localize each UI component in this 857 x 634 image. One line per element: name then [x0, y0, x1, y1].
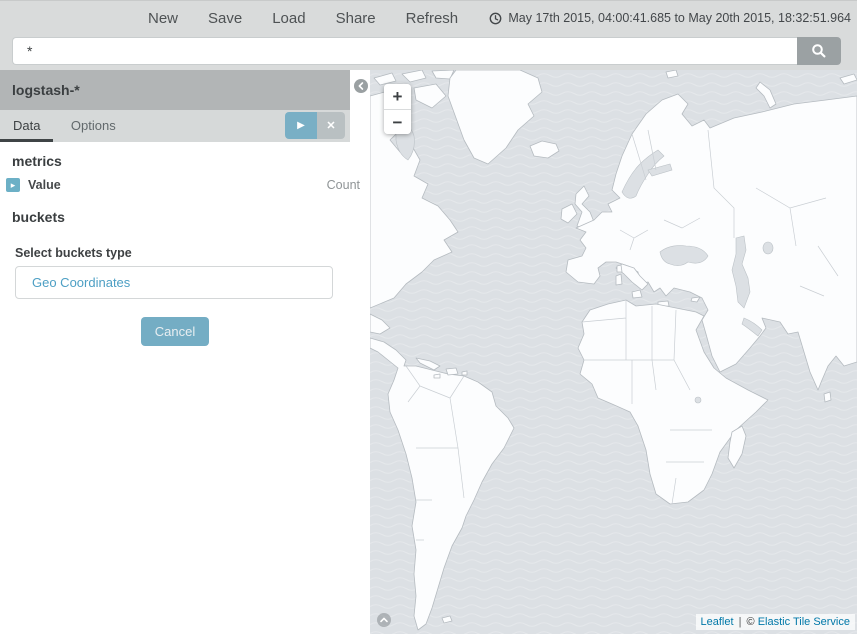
tile-map-pane[interactable]: + − Leaflet | © Elastic Tile Service — [370, 70, 857, 634]
discard-changes-button[interactable]: ✕ — [317, 112, 345, 139]
nav-new-button[interactable]: New — [133, 10, 193, 27]
time-range-label: May 17th 2015, 04:00:41.685 to May 20th … — [508, 11, 851, 25]
leaflet-link[interactable]: Leaflet — [701, 616, 734, 628]
top-toolbar: New Save Load Share Refresh May 17th 201… — [0, 0, 857, 70]
clock-icon — [489, 12, 502, 25]
tab-options[interactable]: Options — [58, 110, 129, 142]
expand-arrow-icon[interactable]: ▸ — [6, 178, 20, 192]
nav-refresh-button[interactable]: Refresh — [391, 10, 474, 27]
chevron-left-icon — [357, 82, 365, 90]
cancel-row: Cancel — [0, 317, 350, 346]
buckets-heading: buckets — [12, 209, 370, 225]
close-icon: ✕ — [326, 120, 335, 132]
sidebar-actions: ▶ ✕ — [285, 112, 345, 139]
select-buckets-type-label: Select buckets type — [15, 246, 370, 260]
cancel-button[interactable]: Cancel — [141, 317, 209, 346]
metrics-heading: metrics — [12, 153, 370, 169]
nav-load-button[interactable]: Load — [257, 10, 320, 27]
elastic-tile-service-link[interactable]: Elastic Tile Service — [758, 616, 850, 628]
nav-share-button[interactable]: Share — [321, 10, 391, 27]
metric-agg-type: Count — [327, 172, 360, 198]
search-input[interactable] — [12, 37, 797, 65]
bucket-option-geo-coordinates[interactable]: Geo Coordinates — [16, 267, 332, 298]
attribution-separator: | — [737, 616, 744, 628]
chevron-up-icon — [380, 616, 388, 624]
metric-label: Value — [28, 178, 61, 192]
play-icon: ▶ — [297, 120, 305, 131]
search-bar — [12, 37, 841, 65]
world-map — [370, 70, 857, 634]
time-picker[interactable]: May 17th 2015, 04:00:41.685 to May 20th … — [489, 1, 851, 35]
collapse-sidebar-button[interactable] — [354, 79, 368, 93]
search-icon — [811, 43, 827, 59]
kibana-visualize-screen: New Save Load Share Refresh May 17th 201… — [0, 0, 857, 634]
tab-data[interactable]: Data — [0, 110, 53, 142]
sidebar-tabs: Data Options ▶ ✕ — [0, 110, 350, 142]
copyright-symbol: © — [747, 616, 755, 628]
zoom-in-button[interactable]: + — [384, 84, 411, 109]
index-pattern-header: logstash-* — [0, 70, 350, 110]
map-zoom-control: + − — [384, 84, 411, 134]
spy-panel-toggle[interactable] — [377, 613, 391, 627]
metric-row-value[interactable]: ▸ Value Count — [0, 172, 370, 198]
apply-changes-button[interactable]: ▶ — [285, 112, 317, 139]
vis-editor-sidebar: logstash-* Data Options ▶ ✕ metrics ▸ Va… — [0, 70, 370, 634]
bucket-type-list: Geo Coordinates — [15, 266, 333, 299]
search-button[interactable] — [797, 37, 841, 65]
nav-save-button[interactable]: Save — [193, 10, 257, 27]
map-attribution: Leaflet | © Elastic Tile Service — [696, 614, 856, 630]
zoom-out-button[interactable]: − — [384, 109, 411, 134]
